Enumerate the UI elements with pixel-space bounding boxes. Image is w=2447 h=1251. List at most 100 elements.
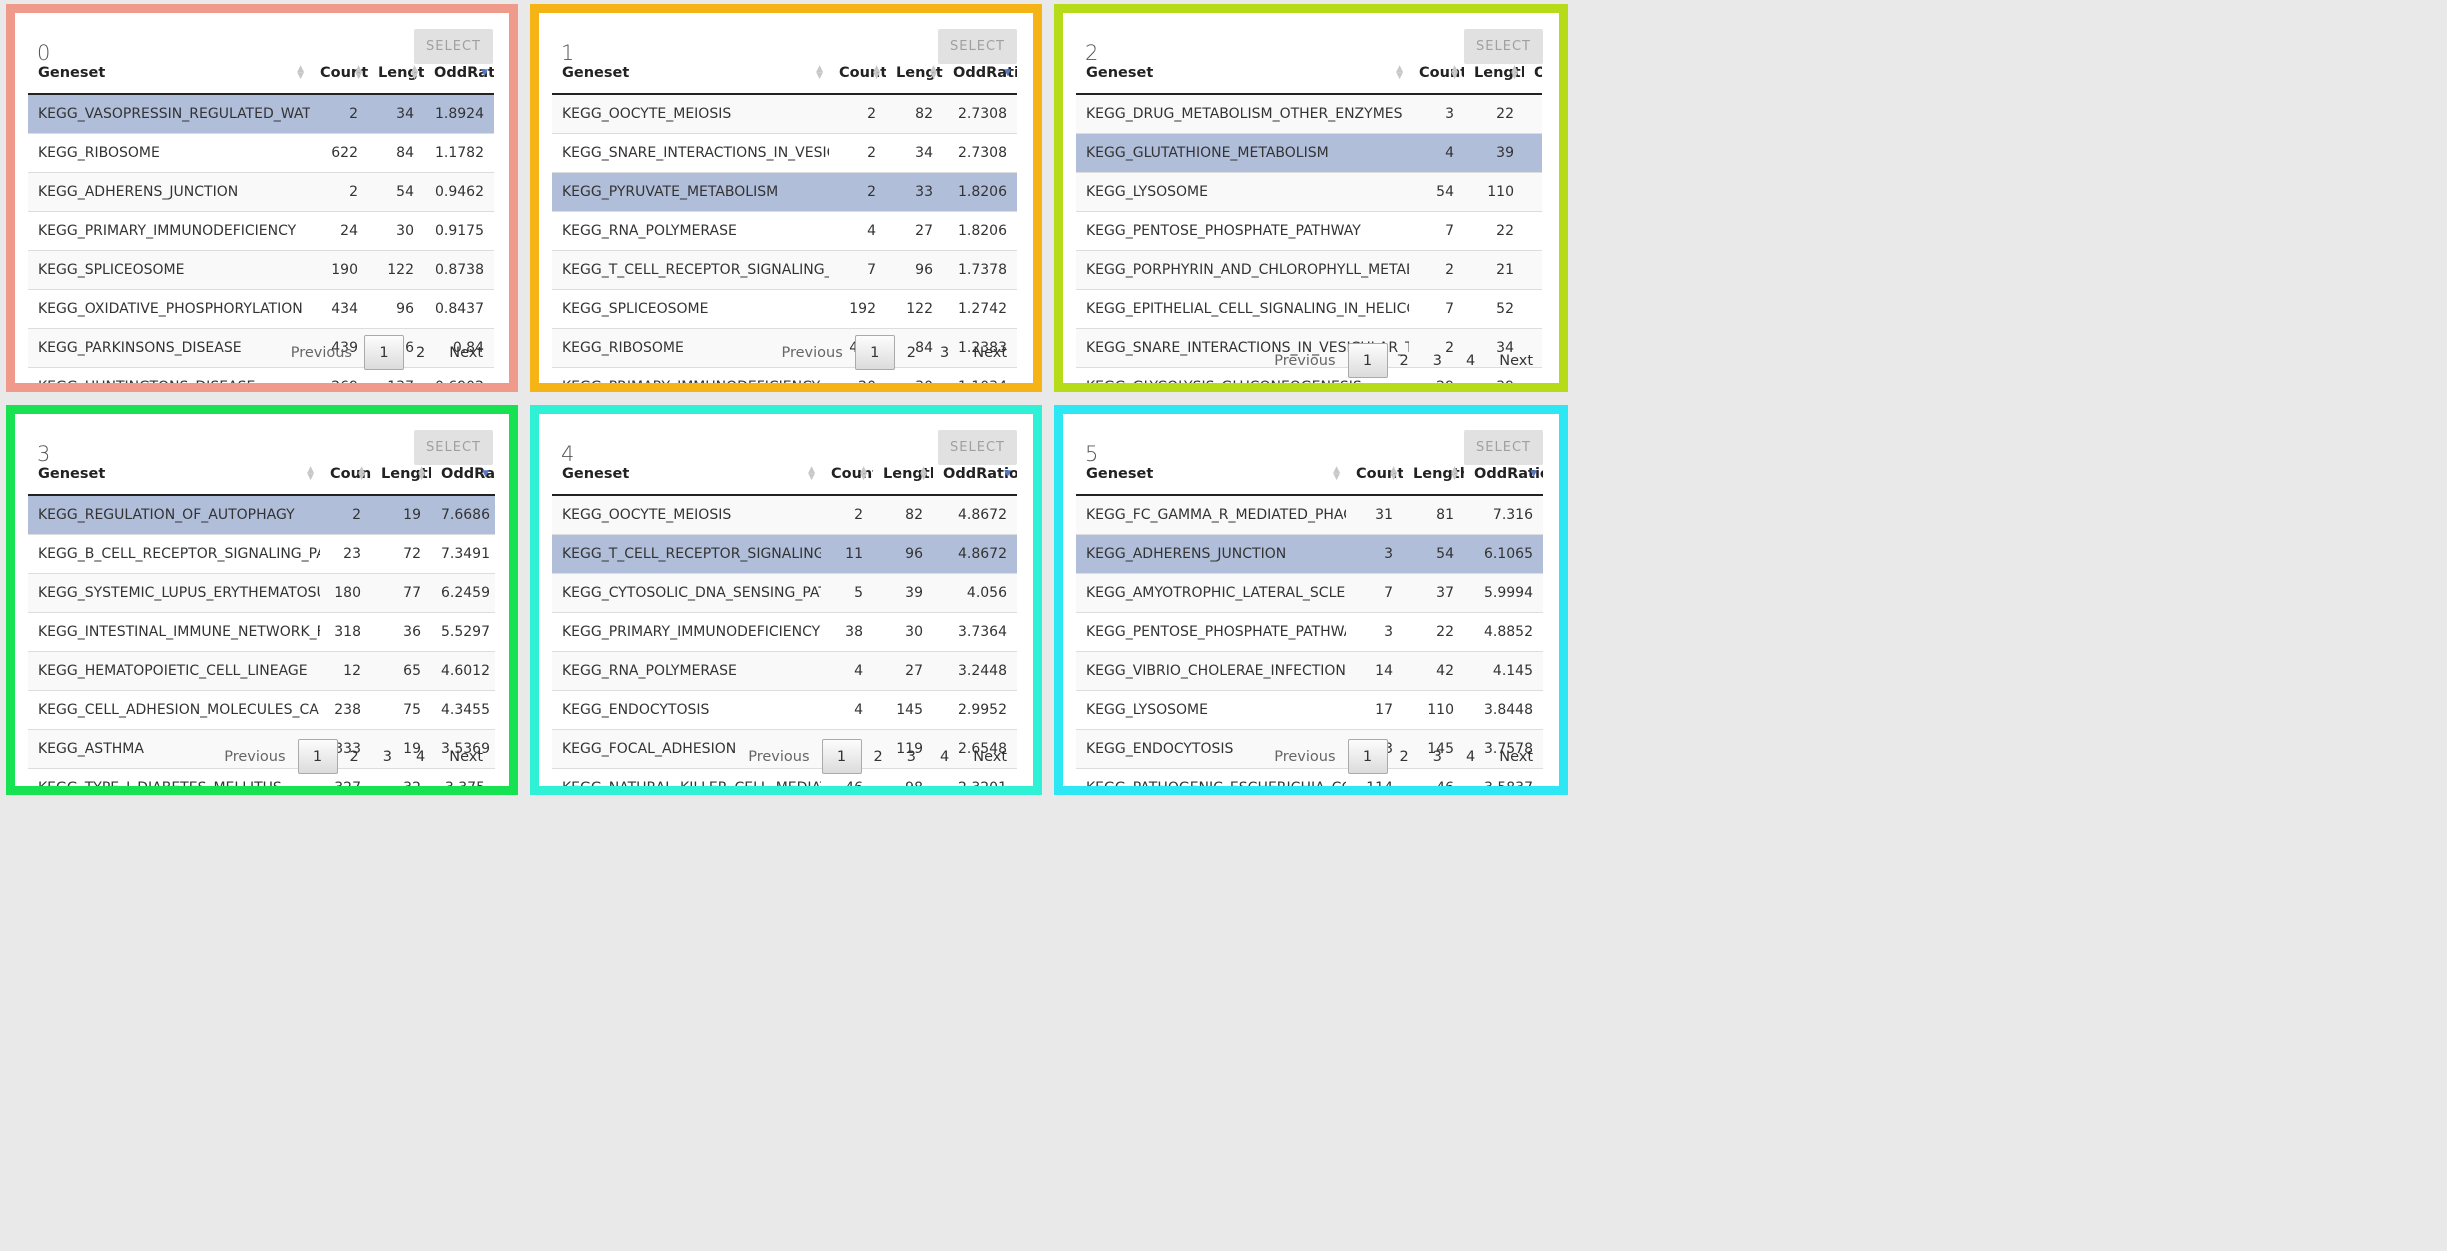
column-header-oddratio[interactable]: OddRatio▼ bbox=[933, 454, 1017, 496]
table-row[interactable]: KEGG_OOCYTE_MEIOSIS 2 82 4.8672 bbox=[552, 494, 1017, 534]
column-header-oddratio[interactable]: OddRatio▼ bbox=[943, 53, 1017, 95]
column-header-length[interactable]: Length▲▼ bbox=[1464, 53, 1524, 95]
page-button-3[interactable]: 3 bbox=[1421, 740, 1454, 773]
column-header-length[interactable]: Length▲▼ bbox=[873, 454, 933, 496]
column-header-oddratio[interactable]: OddRatio▼ bbox=[431, 454, 495, 496]
previous-page-button[interactable]: Previous bbox=[279, 336, 364, 369]
next-page-button[interactable]: Next bbox=[961, 336, 1019, 369]
page-button-2[interactable]: 2 bbox=[862, 740, 895, 773]
cell-geneset: KEGG_SPLICEOSOME bbox=[28, 249, 310, 289]
table-row[interactable]: KEGG_B_CELL_RECEPTOR_SIGNALING_PATHWAY23… bbox=[28, 533, 495, 573]
table-row[interactable]: KEGG_ADHERENS_JUNCTION 2 54 0.9462 bbox=[28, 171, 494, 211]
table-row[interactable]: KEGG_SPLICEOSOME 190 122 0.8738 bbox=[28, 249, 494, 289]
column-header-length[interactable]: Length▲▼ bbox=[886, 53, 943, 95]
table-row[interactable]: KEGG_EPITHELIAL_CELL_SIGNALING_IN_HELICO… bbox=[1076, 288, 1542, 328]
column-header-count[interactable]: Count▲▼ bbox=[829, 53, 886, 95]
page-button-2[interactable]: 2 bbox=[1388, 740, 1421, 773]
table-row[interactable]: KEGG_OXIDATIVE_PHOSPHORYLATION 434 96 0.843… bbox=[28, 288, 494, 328]
table-row[interactable]: KEGG_ADHERENS_JUNCTION 3 54 6.1065 bbox=[1076, 533, 1543, 573]
table-row[interactable]: KEGG_REGULATION_OF_AUTOPHAGY 2 19 7.6686 bbox=[28, 494, 495, 534]
page-button-1[interactable]: 1 bbox=[1347, 343, 1388, 378]
sort-icon: ▲ ▼ bbox=[411, 64, 418, 81]
previous-page-button[interactable]: Previous bbox=[769, 336, 854, 369]
page-button-4[interactable]: 4 bbox=[928, 740, 961, 773]
next-page-button[interactable]: Next bbox=[1487, 344, 1545, 377]
table-row[interactable]: KEGG_SPLICEOSOME 192 122 1.2742 bbox=[552, 288, 1017, 328]
table-row[interactable]: KEGG_PENTOSE_PHOSPHATE_PATHWAY 7 22 bbox=[1076, 210, 1542, 250]
column-header-geneset[interactable]: Geneset ▲ ▼ bbox=[1076, 454, 1346, 496]
table-row[interactable]: KEGG_HUNTINGTONS_DISEASE 269 137 0.6902 bbox=[28, 366, 494, 383]
cell-count: 5 bbox=[821, 572, 873, 612]
next-page-button[interactable]: Next bbox=[437, 740, 495, 773]
page-button-4[interactable]: 4 bbox=[404, 740, 437, 773]
page-button-1[interactable]: 1 bbox=[363, 335, 404, 370]
column-header-count[interactable]: Count▲▼ bbox=[310, 53, 368, 95]
table-row[interactable]: KEGG_PORPHYRIN_AND_CHLOROPHYLL_METABOLIS… bbox=[1076, 249, 1542, 289]
column-header-geneset[interactable]: Geneset ▲ ▼ bbox=[28, 53, 310, 95]
table-row[interactable]: KEGG_RNA_POLYMERASE 4 27 1.8206 bbox=[552, 210, 1017, 250]
table-row[interactable]: KEGG_PRIMARY_IMMUNODEFICIENCY 20 30 1.1034 bbox=[552, 366, 1017, 383]
page-button-2[interactable]: 2 bbox=[1388, 344, 1421, 377]
table-row[interactable]: KEGG_ENDOCYTOSIS 4 145 2.9952 bbox=[552, 689, 1017, 729]
column-header-count[interactable]: Count▲▼ bbox=[1346, 454, 1403, 496]
page-button-3[interactable]: 3 bbox=[895, 740, 928, 773]
table-row[interactable]: KEGG_FC_GAMMA_R_MEDIATED_PHAGOCYTOSIS318… bbox=[1076, 494, 1543, 534]
column-header-oddratio[interactable]: OddRatio▼ bbox=[1524, 53, 1542, 95]
page-button-3[interactable]: 3 bbox=[371, 740, 404, 773]
previous-page-button[interactable]: Previous bbox=[1262, 740, 1347, 773]
page-button-3[interactable]: 3 bbox=[928, 336, 961, 369]
column-header-oddratio[interactable]: OddRatio▼ bbox=[424, 53, 494, 95]
table-row[interactable]: KEGG_PRIMARY_IMMUNODEFICIENCY 24 30 0.9175 bbox=[28, 210, 494, 250]
page-button-4[interactable]: 4 bbox=[1454, 740, 1487, 773]
table-row[interactable]: KEGG_OOCYTE_MEIOSIS 2 82 2.7308 bbox=[552, 93, 1017, 133]
previous-page-button[interactable]: Previous bbox=[1262, 344, 1347, 377]
page-button-1[interactable]: 1 bbox=[821, 739, 862, 774]
table-row[interactable]: KEGG_GLUTATHIONE_METABOLISM 4 39 bbox=[1076, 132, 1542, 172]
table-row[interactable]: KEGG_RIBOSOME 622 84 1.1782 bbox=[28, 132, 494, 172]
table-row[interactable]: KEGG_INTESTINAL_IMMUNE_NETWORK_FOR_IGA_P… bbox=[28, 611, 495, 651]
sort-icon: ▲ ▼ bbox=[358, 465, 365, 482]
table-row[interactable]: KEGG_RNA_POLYMERASE 4 27 3.2448 bbox=[552, 650, 1017, 690]
next-page-button[interactable]: Next bbox=[961, 740, 1019, 773]
page-button-3[interactable]: 3 bbox=[1421, 344, 1454, 377]
table-row[interactable]: KEGG_AMYOTROPHIC_LATERAL_SCLEROSIS_ALS73… bbox=[1076, 572, 1543, 612]
table-row[interactable]: KEGG_HEMATOPOIETIC_CELL_LINEAGE 12 65 4.601… bbox=[28, 650, 495, 690]
table-row[interactable]: KEGG_PYRUVATE_METABOLISM 2 33 1.8206 bbox=[552, 171, 1017, 211]
page-button-4[interactable]: 4 bbox=[1454, 344, 1487, 377]
table-row[interactable]: KEGG_LYSOSOME 17 110 3.8448 bbox=[1076, 689, 1543, 729]
column-header-length[interactable]: Length▲▼ bbox=[1403, 454, 1464, 496]
table-row[interactable]: KEGG_LYSOSOME 54 110 bbox=[1076, 171, 1542, 211]
table-row[interactable]: KEGG_SYSTEMIC_LUPUS_ERYTHEMATOSUS 180 77 6.… bbox=[28, 572, 495, 612]
table-row[interactable]: KEGG_SNARE_INTERACTIONS_IN_VESICULAR_TRA… bbox=[552, 132, 1017, 172]
column-header-oddratio[interactable]: OddRatio▼ bbox=[1464, 454, 1543, 496]
next-page-button[interactable]: Next bbox=[437, 336, 495, 369]
page-button-2[interactable]: 2 bbox=[338, 740, 371, 773]
previous-page-button[interactable]: Previous bbox=[736, 740, 821, 773]
page-button-2[interactable]: 2 bbox=[895, 336, 928, 369]
table-row[interactable]: KEGG_PRIMARY_IMMUNODEFICIENCY 38 30 3.7364 bbox=[552, 611, 1017, 651]
previous-page-button[interactable]: Previous bbox=[212, 740, 297, 773]
column-header-geneset[interactable]: Geneset ▲ ▼ bbox=[28, 454, 320, 496]
table-row[interactable]: KEGG_T_CELL_RECEPTOR_SIGNALING_PATHWAY11… bbox=[552, 533, 1017, 573]
table-row[interactable]: KEGG_T_CELL_RECEPTOR_SIGNALING_PATHWAY79… bbox=[552, 249, 1017, 289]
table-row[interactable]: KEGG_DRUG_METABOLISM_OTHER_ENZYMES 3 22 bbox=[1076, 93, 1542, 133]
page-button-1[interactable]: 1 bbox=[854, 335, 895, 370]
column-header-count[interactable]: Count▲▼ bbox=[821, 454, 873, 496]
column-header-geneset[interactable]: Geneset ▲ ▼ bbox=[1076, 53, 1409, 95]
sort-icon: ▲ ▼ bbox=[1451, 465, 1458, 482]
table-row[interactable]: KEGG_VASOPRESSIN_REGULATED_WATER_REABSOR… bbox=[28, 93, 494, 133]
column-header-geneset[interactable]: Geneset ▲ ▼ bbox=[552, 454, 821, 496]
table-row[interactable]: KEGG_CYTOSOLIC_DNA_SENSING_PATHWAY5394.0… bbox=[552, 572, 1017, 612]
column-header-length[interactable]: Length▲▼ bbox=[368, 53, 424, 95]
page-button-1[interactable]: 1 bbox=[1347, 739, 1388, 774]
column-header-count[interactable]: Count▲▼ bbox=[1409, 53, 1464, 95]
page-button-1[interactable]: 1 bbox=[297, 739, 338, 774]
column-header-geneset[interactable]: Geneset ▲ ▼ bbox=[552, 53, 829, 95]
column-header-count[interactable]: Count▲▼ bbox=[320, 454, 371, 496]
next-page-button[interactable]: Next bbox=[1487, 740, 1545, 773]
table-row[interactable]: KEGG_VIBRIO_CHOLERAE_INFECTION 14 42 4.145 bbox=[1076, 650, 1543, 690]
page-button-2[interactable]: 2 bbox=[404, 336, 437, 369]
column-header-length[interactable]: Length▲▼ bbox=[371, 454, 431, 496]
table-row[interactable]: KEGG_PENTOSE_PHOSPHATE_PATHWAY 3 22 4.8852 bbox=[1076, 611, 1543, 651]
table-row[interactable]: KEGG_CELL_ADHESION_MOLECULES_CAMS 238 75 4.… bbox=[28, 689, 495, 729]
